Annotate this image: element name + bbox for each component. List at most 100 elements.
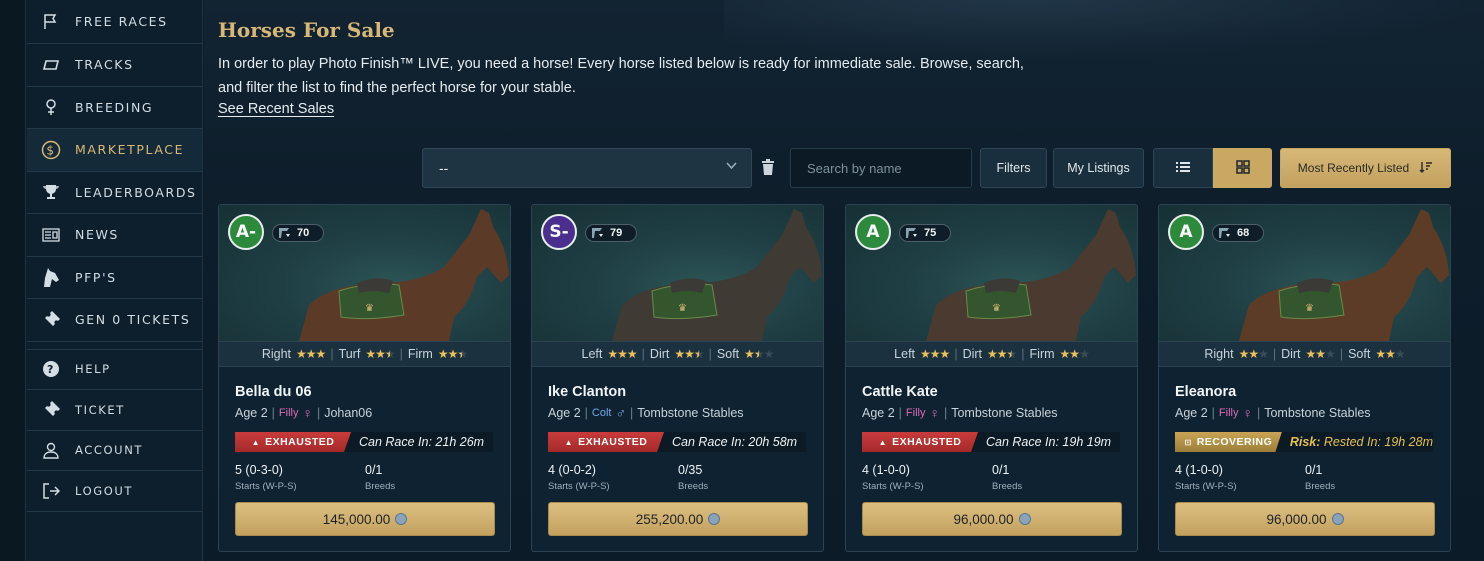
status-label: RECOVERING bbox=[1196, 436, 1273, 448]
sidebar-item-logout[interactable]: LOGOUT bbox=[27, 471, 202, 512]
horse-head-icon bbox=[41, 267, 61, 288]
sidebar-item-label: GEN 0 TICKETS bbox=[75, 312, 191, 328]
user-icon bbox=[41, 440, 61, 460]
horse-name[interactable]: Ike Clanton bbox=[548, 384, 626, 400]
sort-label: Most Recently Listed bbox=[1297, 161, 1410, 175]
see-recent-sales-link[interactable]: See Recent Sales bbox=[218, 101, 334, 117]
status-badge: ⊡ RECOVERING bbox=[1175, 432, 1282, 452]
trophy-icon bbox=[41, 182, 61, 202]
coin-icon bbox=[708, 513, 721, 525]
horse-card[interactable]: ♛ S- 79 Left ★★★ | Dirt ★★★ | Soft ★★★ Ike Clan… bbox=[531, 204, 824, 552]
horse-sex: Colt bbox=[591, 407, 612, 419]
trash-icon[interactable] bbox=[761, 159, 775, 175]
sidebar-item-ticket[interactable]: TICKET bbox=[27, 390, 202, 431]
star-rating-icon: ★★★ bbox=[1305, 347, 1336, 361]
chevron-down-icon bbox=[726, 161, 737, 173]
sidebar-item-free-races[interactable]: FREE RACES bbox=[27, 0, 202, 44]
starts-label: Starts (W-P-S) bbox=[862, 481, 924, 492]
status-badge: ▲ EXHAUSTED bbox=[862, 432, 978, 452]
sidebar-item-breeding[interactable]: BREEDING bbox=[27, 87, 202, 129]
list-view-button[interactable] bbox=[1153, 148, 1213, 188]
horse-owner[interactable]: Tombstone Stables bbox=[1264, 406, 1370, 420]
star-rating-icon: ★★★ bbox=[1238, 347, 1269, 361]
sidebar-item-tracks[interactable]: TRACKS bbox=[27, 44, 202, 87]
starts-label: Starts (W-P-S) bbox=[235, 481, 297, 492]
sidebar-item-label: PFP'S bbox=[75, 269, 117, 285]
horse-name[interactable]: Cattle Kate bbox=[862, 384, 938, 400]
speed-rating-pill: 75 bbox=[899, 224, 951, 242]
filters-button[interactable]: Filters bbox=[980, 148, 1047, 188]
horse-meta: Age 2 | Filly ♀ | Johan06 bbox=[235, 405, 372, 421]
buy-price-button[interactable]: 96,000.00 bbox=[1175, 502, 1435, 536]
horse-card[interactable]: ♛ A 68 Right ★★★ | Dirt ★★★ | Soft ★★★ Eleanora… bbox=[1158, 204, 1451, 552]
price-value: 96,000.00 bbox=[953, 511, 1014, 527]
grid-view-button[interactable] bbox=[1213, 148, 1272, 188]
search-input[interactable] bbox=[790, 148, 972, 188]
sidebar-item-account[interactable]: ACCOUNT bbox=[27, 431, 202, 471]
sidebar: FREE RACES TRACKS BREEDING $ MARKETPLACE… bbox=[0, 0, 203, 561]
horse-meta: Age 2 | Colt ♂ | Tombstone Stables bbox=[548, 405, 744, 421]
flag-icon bbox=[41, 12, 61, 32]
status-time: Can Race In: 19h 19m bbox=[986, 435, 1112, 449]
sidebar-item-label: HELP bbox=[75, 362, 111, 377]
pref-separator: | bbox=[1021, 347, 1025, 361]
filter-preset-select[interactable]: -- bbox=[422, 148, 752, 188]
pref-label: Right bbox=[1204, 347, 1234, 361]
horse-name[interactable]: Bella du 06 bbox=[235, 384, 312, 400]
pref-separator: | bbox=[330, 347, 334, 361]
pref-label: Dirt bbox=[649, 347, 670, 361]
horse-image-panel: ♛ A 68 bbox=[1159, 205, 1450, 341]
horse-name[interactable]: Eleanora bbox=[1175, 384, 1236, 400]
starts-label: Starts (W-P-S) bbox=[548, 481, 610, 492]
newspaper-icon bbox=[41, 225, 61, 245]
rating-value: 79 bbox=[610, 227, 623, 239]
horse-owner[interactable]: Tombstone Stables bbox=[637, 406, 743, 420]
breeds-label: Breeds bbox=[1305, 481, 1336, 492]
coin-icon bbox=[1331, 513, 1344, 525]
sidebar-item-news[interactable]: NEWS bbox=[27, 214, 202, 257]
horse-card[interactable]: ♛ A 75 Left ★★★ | Dirt ★★★ | Firm ★★★ Cattle Ka… bbox=[845, 204, 1138, 552]
starts-value: 4 (1-0-0) bbox=[1175, 463, 1223, 477]
sort-icon bbox=[1419, 161, 1433, 176]
sidebar-item-leaderboards[interactable]: LEADERBOARDS bbox=[27, 172, 202, 214]
sidebar-item-marketplace[interactable]: $ MARKETPLACE bbox=[27, 129, 202, 172]
breeding-icon bbox=[41, 97, 61, 117]
status-time: Rested In: 19h 28m bbox=[1323, 435, 1433, 449]
pref-separator: | bbox=[954, 347, 958, 361]
sex-icon: ♀ bbox=[302, 405, 313, 421]
status-icon: ▲ bbox=[878, 437, 888, 447]
star-rating-icon: ★★★ bbox=[607, 347, 637, 361]
grade-text: S- bbox=[549, 222, 569, 242]
sidebar-item-gen0-tickets[interactable]: GEN 0 TICKETS bbox=[27, 299, 202, 342]
rating-value: 68 bbox=[1237, 227, 1250, 239]
pref-separator: | bbox=[399, 347, 403, 361]
pref-label: Left bbox=[581, 347, 603, 361]
my-listings-button[interactable]: My Listings bbox=[1053, 148, 1144, 188]
pref-label: Turf bbox=[338, 347, 361, 361]
buy-price-button[interactable]: 145,000.00 bbox=[235, 502, 495, 536]
horse-owner[interactable]: Johan06 bbox=[324, 406, 372, 420]
buy-price-button[interactable]: 255,200.00 bbox=[548, 502, 808, 536]
horse-card[interactable]: ♛ A- 70 Right ★★★ | Turf ★★★ | Firm ★★★ Bella d… bbox=[218, 204, 511, 552]
buy-price-button[interactable]: 96,000.00 bbox=[862, 502, 1122, 536]
ticket-icon bbox=[41, 310, 61, 330]
sidebar-item-help[interactable]: ? HELP bbox=[27, 350, 202, 390]
status-label: EXHAUSTED bbox=[265, 436, 335, 448]
rating-icon bbox=[1219, 228, 1230, 238]
rating-icon bbox=[279, 228, 290, 238]
sidebar-item-pfps[interactable]: PFP'S bbox=[27, 257, 202, 299]
meta-separator: | bbox=[898, 406, 902, 420]
sidebar-item-label: FREE RACES bbox=[75, 14, 168, 29]
horse-owner[interactable]: Tombstone Stables bbox=[951, 406, 1057, 420]
status-row: ▲ EXHAUSTED Can Race In: 21h 26m bbox=[235, 432, 493, 452]
status-row: ⊡ RECOVERING Risk: Rested In: 19h 28m bbox=[1175, 432, 1433, 452]
grid-icon bbox=[1235, 159, 1250, 177]
sort-select[interactable]: Most Recently Listed bbox=[1280, 148, 1451, 188]
pref-label: Left bbox=[894, 347, 916, 361]
sidebar-rail bbox=[0, 0, 26, 561]
pref-label: Firm bbox=[407, 347, 433, 361]
pref-label: Firm bbox=[1029, 347, 1055, 361]
sidebar-item-label: TRACKS bbox=[75, 57, 134, 73]
horse-age: Age 2 bbox=[548, 406, 581, 420]
status-detail: Risk: Rested In: 19h 28m bbox=[1290, 435, 1433, 449]
